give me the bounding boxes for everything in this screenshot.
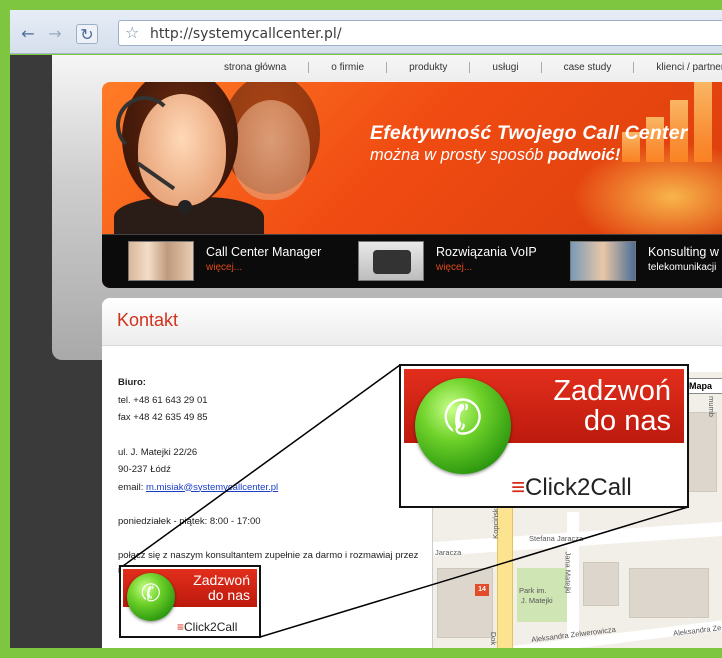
nav-item-services[interactable]: usługi (470, 62, 542, 73)
click2call-brand: ≡Click2Call (511, 474, 632, 501)
address-bar[interactable]: ☆ http://systemycallcenter.pl/ (118, 20, 722, 46)
microphone-tip (178, 200, 192, 214)
map-type-button[interactable]: Mapa (685, 378, 722, 394)
back-arrow-icon[interactable]: ← (18, 24, 38, 44)
click2call-text: Zadzwoń do nas (193, 572, 250, 603)
click2call-button[interactable]: Zadzwoń do nas ✆ ≡Click2Call (119, 565, 261, 638)
nav-item-case-study[interactable]: case study (542, 62, 635, 73)
street-label: Jana Matejki (563, 551, 573, 594)
page-viewport: strona główna o firmie produkty usługi c… (10, 55, 722, 648)
forward-arrow-icon[interactable]: → (45, 24, 65, 44)
promo-thumbnail-people (128, 241, 194, 281)
street-label: mumb (706, 396, 716, 417)
promo-more-link[interactable]: więcej... (206, 262, 242, 273)
park-label: J. Matejki (521, 596, 553, 605)
banner-subline: można w prosty sposób podwoić! (370, 146, 621, 164)
promo-subtitle: telekomunikacji (648, 262, 717, 273)
top-navigation: strona główna o firmie produkty usługi c… (202, 62, 722, 73)
page-title: Kontakt (117, 310, 179, 330)
nav-item-about[interactable]: o firmie (309, 62, 388, 73)
banner-person-2 (232, 100, 310, 200)
star-icon[interactable]: ☆ (125, 23, 139, 42)
phone-number: tel. +48 61 643 29 01 (118, 394, 208, 406)
street-label: Stefana Jaracza (529, 534, 584, 543)
click2call-brand: ≡Click2Call (177, 620, 238, 634)
hero-banner: Efektywność Twojego Call Center można w … (102, 82, 722, 288)
street-address: ul. J. Matejki 22/26 (118, 446, 198, 458)
park-area (517, 568, 567, 622)
click2call-text: Zadzwoń do nas (553, 375, 671, 438)
promo-title: Call Center Manager (206, 245, 322, 259)
route-shield: 14 (475, 584, 489, 596)
phone-icon (358, 241, 424, 281)
promo-title: Rozwiązania VoIP (436, 245, 537, 259)
nav-item-home[interactable]: strona główna (202, 62, 310, 73)
url-text: http://systemycallcenter.pl/ (150, 26, 342, 42)
promo-thumbnail-consultants (570, 241, 636, 281)
street-label: Jaracza (435, 548, 462, 557)
email-link[interactable]: m.misiak@systemycallcenter.pl (146, 482, 278, 493)
promo-title: Konsulting w (648, 245, 719, 259)
office-hours: poniedziałek - piątek: 8:00 - 17:00 (118, 516, 261, 527)
reload-icon[interactable]: ↻ (76, 24, 98, 44)
street-label: Dok (489, 631, 499, 646)
click2call-zoomed[interactable]: Zadzwoń do nas ✆ ≡Click2Call (399, 364, 689, 508)
banner-headline: Efektywność Twojego Call Center (370, 122, 688, 144)
browser-toolbar: ← → ↻ ☆ http://systemycallcenter.pl/ (10, 10, 722, 54)
section-header: Kontakt (102, 298, 722, 346)
fax-number: fax +48 42 635 49 85 (118, 412, 208, 423)
park-label: Park im. (519, 586, 547, 595)
promo-more-link[interactable]: więcej... (436, 262, 472, 273)
headset-icon (116, 96, 174, 154)
contact-info: Biuro: tel. +48 61 643 29 01 fax +48 42 … (118, 374, 428, 578)
city-address: 90-237 Łódź (118, 464, 171, 475)
nav-item-products[interactable]: produkty (387, 62, 471, 73)
nav-item-clients[interactable]: klienci / partnerzy (634, 62, 722, 73)
banner-promo-strip: Call Center Manager więcej... Rozwiązani… (102, 234, 722, 288)
office-label: Biuro: (118, 377, 146, 388)
email-line: email: m.misiak@systemycallcenter.pl (118, 481, 279, 493)
